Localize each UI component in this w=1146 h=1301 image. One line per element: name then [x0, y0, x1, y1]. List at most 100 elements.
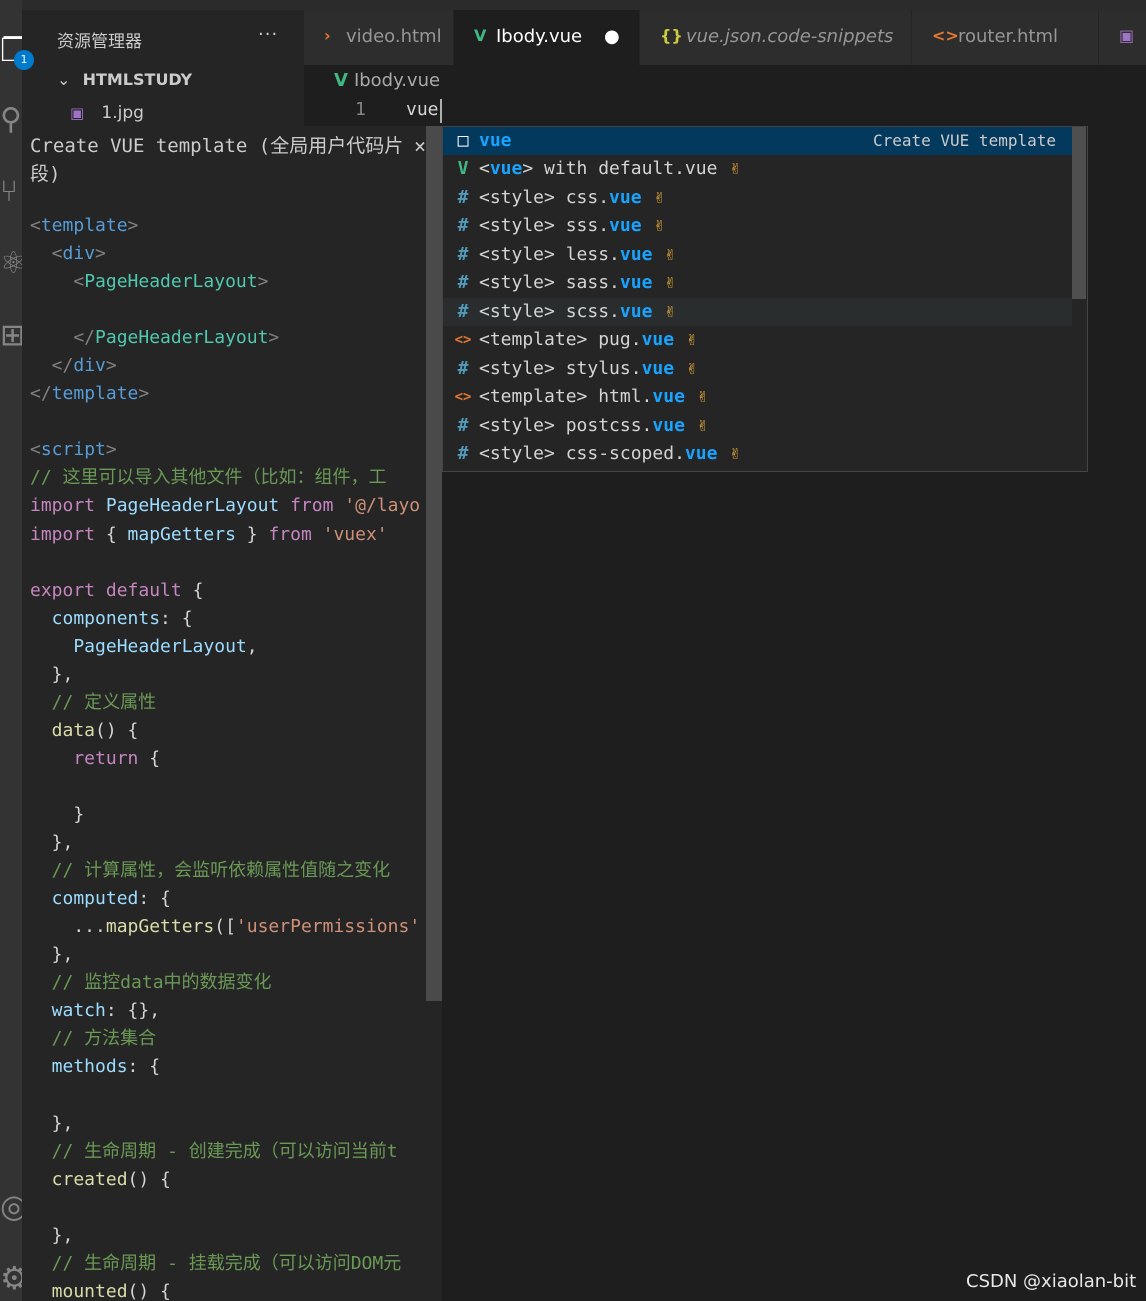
code-token: > [105, 439, 117, 461]
suggestion-label-text: <style> sss. [479, 215, 610, 237]
suggestion-match-highlight: vue [684, 442, 718, 464]
tab-image[interactable]: ▣ [1099, 10, 1146, 65]
suggestion-label: <style> sass.vue ✌ [479, 269, 675, 297]
code-token: () { [95, 719, 139, 741]
suggestion-label-text: <style> stylus. [479, 357, 642, 379]
suggestion-match-highlight: vue [641, 357, 675, 379]
suggestion-label-text: > with default.vue [522, 158, 718, 180]
code-line: }, [30, 1110, 420, 1138]
folder-label: HTMLSTUDY [82, 70, 193, 89]
suggestion-label-text: <style> sass. [479, 272, 620, 294]
code-token: // 生命周期 - 挂载完成（可以访问DOM元 [30, 1252, 402, 1274]
code-token: PageHeaderLayout [105, 495, 291, 517]
search-icon[interactable]: ⚲ [0, 100, 22, 140]
suggestion-label: <style> scss.vue ✌ [479, 298, 675, 326]
settings-gear-icon[interactable]: ⚙ [0, 1258, 22, 1298]
code-line: </div> [30, 352, 420, 380]
close-icon[interactable]: × [414, 134, 426, 158]
explorer-badge: 1 [14, 50, 34, 70]
account-icon[interactable]: ◎ [0, 1186, 22, 1226]
suggestion-item[interactable]: # <style> less.vue ✌ [443, 241, 1072, 269]
text-cursor [440, 99, 442, 123]
tab-vue-json-code-snippets[interactable]: {} vue.json.code-snippets [640, 10, 912, 65]
watermark: CSDN @xiaolan-bit [966, 1271, 1137, 1292]
suggestion-item[interactable]: <> <template> pug.vue ✌ [443, 326, 1072, 354]
extensions-icon[interactable]: ⊞ [0, 316, 22, 356]
code-token: > [127, 215, 139, 236]
suggestion-item[interactable]: V <vue> with default.vue ✌ [443, 155, 1072, 183]
suggestion-item[interactable]: # <style> sss.vue ✌ [443, 212, 1072, 240]
tab-ibody-vue[interactable]: V Ibody.vue ● [454, 10, 640, 65]
suggestion-item[interactable]: # <style> scss.vue ✌ [443, 297, 1072, 327]
code-token: > [105, 355, 117, 377]
suggestion-scrollbar[interactable] [1072, 127, 1086, 299]
suggestion-match-highlight: vue [652, 414, 685, 436]
suggestion-item[interactable]: # <style> stylus.vue ✌ [443, 355, 1072, 383]
code-token: : { [138, 888, 171, 910]
code-token: template [40, 215, 128, 236]
suggestion-details-panel: Create VUE template (全局用户代码片段) × <templa… [22, 126, 442, 1301]
vue-icon: V [457, 158, 469, 180]
victory-hand-icon: ✌ [653, 215, 665, 237]
css-hash-icon: # [457, 272, 469, 294]
details-scrollbar[interactable] [426, 126, 442, 1001]
code-token: }, [30, 1112, 74, 1134]
editor-text[interactable]: vue [406, 99, 439, 120]
suggestion-item[interactable]: <> <template> html.vue ✌ [443, 383, 1072, 411]
code-line: components: { [30, 605, 420, 633]
code-line: // 这里可以导入其他文件（比如：组件，工 [30, 464, 420, 492]
source-control-icon[interactable]: ⑂ [0, 172, 22, 212]
snippet-preview-code: <template> <div> <PageHeaderLayout> </Pa… [30, 212, 420, 1301]
code-token: script [40, 439, 106, 461]
victory-hand-icon: ✌ [653, 186, 665, 208]
chevron-down-icon: ⌄ [57, 70, 71, 89]
victory-hand-icon: ✌ [696, 414, 708, 436]
code-line: methods: { [30, 1053, 420, 1081]
code-token: data [30, 719, 96, 741]
suggestion-item[interactable]: □ vue Create VUE template [443, 127, 1072, 156]
victory-hand-icon: ✌ [664, 272, 676, 294]
code-token: // 监控data中的数据变化 [30, 972, 272, 994]
suggestion-detail: Create VUE template [872, 131, 1056, 150]
file-item-1jpg[interactable]: ▣ 1.jpg [70, 103, 144, 123]
tab-label: Ibody.vue [496, 26, 583, 47]
breadcrumb[interactable]: V Ibody.vue [334, 70, 440, 91]
folder-htmlstudy[interactable]: ⌄ HTMLSTUDY [57, 70, 192, 89]
victory-hand-icon: ✌ [729, 442, 741, 464]
code-line: }, [30, 1222, 420, 1250]
code-line: import { mapGetters } from 'vuex' [30, 521, 420, 549]
code-token: components [30, 607, 161, 629]
unsaved-dot-icon[interactable]: ● [604, 26, 620, 47]
code-token: () { [127, 1168, 171, 1190]
code-token: > [138, 383, 150, 405]
suggestion-match-highlight: vue [479, 130, 512, 151]
suggestion-match-highlight: vue [652, 386, 685, 408]
code-token: // 定义属性 [30, 691, 157, 713]
code-token: : {}, [105, 1000, 161, 1022]
debug-icon[interactable]: ⚛ [0, 244, 22, 284]
tab-router-html[interactable]: <> router.html [912, 10, 1099, 65]
title-strip [22, 0, 1146, 10]
suggestion-item[interactable]: # <style> css-scoped.vue ✌ [443, 440, 1072, 468]
code-token: PageHeaderLayout [95, 327, 269, 349]
code-token: PageHeaderLayout [84, 271, 258, 293]
suggestion-item[interactable]: # <style> postcss.vue ✌ [443, 412, 1072, 440]
code-token: // 计算属性，会监听依赖属性值随之变化 [30, 860, 391, 882]
suggestion-item[interactable]: # <style> sass.vue ✌ [443, 269, 1072, 297]
code-token: { [105, 523, 128, 545]
snippet-icon: □ [457, 130, 469, 151]
more-actions-icon[interactable]: ··· [258, 24, 278, 45]
code-token: template [51, 383, 139, 405]
code-line: mounted() { [30, 1278, 420, 1301]
tab-video-html[interactable]: › video.html [304, 10, 454, 65]
suggestion-label-text: <style> postcss. [479, 414, 653, 436]
css-hash-icon: # [457, 357, 469, 379]
code-line: // 计算属性，会监听依赖属性值随之变化 [30, 857, 420, 885]
suggestion-label-text: < [479, 158, 490, 180]
html-tag-icon: <> [454, 389, 472, 406]
suggestion-item[interactable]: # <style> css.vue ✌ [443, 184, 1072, 212]
code-line: return { [30, 745, 420, 773]
